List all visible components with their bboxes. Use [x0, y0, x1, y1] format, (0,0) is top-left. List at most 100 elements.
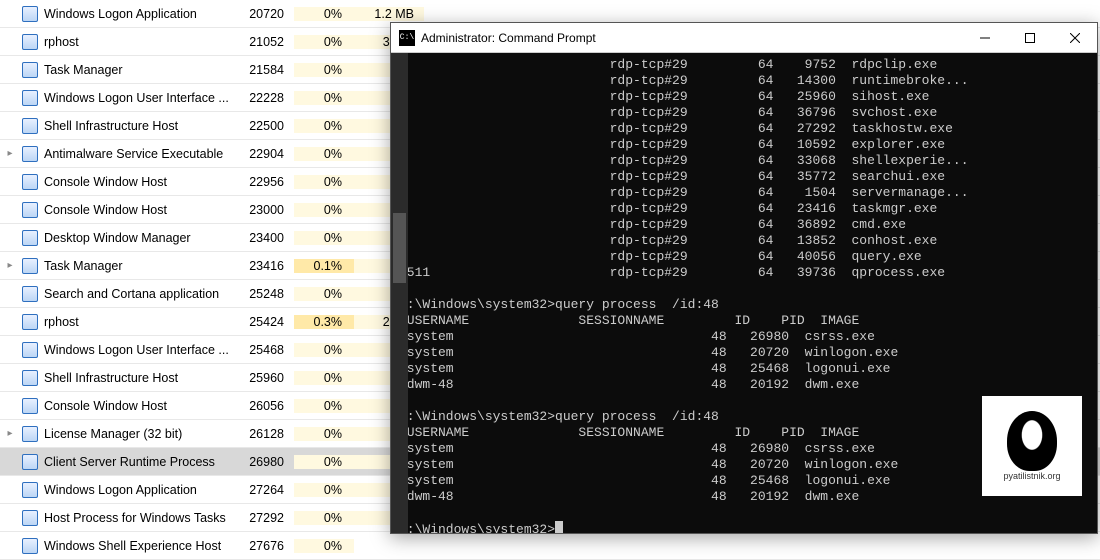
- pid-cell: 26128: [238, 427, 294, 441]
- watermark-text: pyatilistnik.org: [1003, 471, 1060, 481]
- table-row[interactable]: Windows Shell Experience Host276760%: [0, 532, 1100, 560]
- pid-cell: 23000: [238, 203, 294, 217]
- cpu-cell: 0%: [294, 483, 354, 497]
- process-name-cell: Antimalware Service Executable: [20, 146, 238, 162]
- app-icon: [22, 342, 38, 358]
- pid-cell: 22500: [238, 119, 294, 133]
- cpu-cell: 0%: [294, 7, 354, 21]
- cpu-cell: 0.3%: [294, 315, 354, 329]
- pid-cell: 25248: [238, 287, 294, 301]
- process-name-cell: Windows Logon User Interface ...: [20, 342, 238, 358]
- expand-chevron-icon[interactable]: ▸: [0, 260, 20, 271]
- cursor: [555, 521, 563, 533]
- expand-chevron-icon[interactable]: ▸: [0, 148, 20, 159]
- process-name-cell: Windows Logon Application: [20, 482, 238, 498]
- process-name-cell: Desktop Window Manager: [20, 230, 238, 246]
- pid-cell: 26980: [238, 455, 294, 469]
- minimize-button[interactable]: [962, 23, 1007, 53]
- cpu-cell: 0%: [294, 287, 354, 301]
- cpu-cell: 0%: [294, 371, 354, 385]
- process-name-cell: Windows Logon User Interface ...: [20, 90, 238, 106]
- cpu-cell: 0%: [294, 91, 354, 105]
- watermark: pyatilistnik.org: [982, 396, 1082, 496]
- process-name-cell: Windows Logon Application: [20, 6, 238, 22]
- app-icon: [22, 482, 38, 498]
- cpu-cell: 0%: [294, 119, 354, 133]
- pid-cell: 22904: [238, 147, 294, 161]
- pid-cell: 27676: [238, 539, 294, 553]
- app-icon: [22, 202, 38, 218]
- close-button[interactable]: [1052, 23, 1097, 53]
- pid-cell: 25960: [238, 371, 294, 385]
- pid-cell: 27292: [238, 511, 294, 525]
- pid-cell: 27264: [238, 483, 294, 497]
- titlebar[interactable]: C:\ Administrator: Command Prompt: [391, 23, 1097, 53]
- pid-cell: 25424: [238, 315, 294, 329]
- cpu-cell: 0%: [294, 455, 354, 469]
- pid-cell: 26056: [238, 399, 294, 413]
- app-icon: [22, 426, 38, 442]
- cpu-cell: 0.1%: [294, 259, 354, 273]
- pid-cell: 22228: [238, 91, 294, 105]
- cpu-cell: 0%: [294, 343, 354, 357]
- app-icon: [22, 90, 38, 106]
- app-icon: [22, 230, 38, 246]
- cpu-cell: 0%: [294, 511, 354, 525]
- process-name-cell: rphost: [20, 34, 238, 50]
- terminal-scrollbar[interactable]: [391, 53, 408, 533]
- pid-cell: 21052: [238, 35, 294, 49]
- minimize-icon: [980, 33, 990, 43]
- scrollbar-thumb[interactable]: [393, 213, 406, 283]
- cpu-cell: 0%: [294, 203, 354, 217]
- cpu-cell: 0%: [294, 539, 354, 553]
- app-icon: [22, 314, 38, 330]
- pid-cell: 25468: [238, 343, 294, 357]
- expand-chevron-icon[interactable]: ▸: [0, 428, 20, 439]
- app-icon: [22, 398, 38, 414]
- process-name-cell: Console Window Host: [20, 398, 238, 414]
- app-icon: [22, 34, 38, 50]
- process-name-cell: Task Manager: [20, 62, 238, 78]
- app-icon: [22, 146, 38, 162]
- app-icon: [22, 6, 38, 22]
- app-icon: [22, 370, 38, 386]
- app-icon: [22, 258, 38, 274]
- app-icon: [22, 62, 38, 78]
- process-name-cell: Windows Shell Experience Host: [20, 538, 238, 554]
- process-name-cell: Console Window Host: [20, 174, 238, 190]
- process-name-cell: rphost: [20, 314, 238, 330]
- window-title: Administrator: Command Prompt: [421, 31, 962, 45]
- app-icon: [22, 118, 38, 134]
- maximize-icon: [1025, 33, 1035, 43]
- app-icon: [22, 454, 38, 470]
- app-icon: [22, 174, 38, 190]
- cpu-cell: 0%: [294, 231, 354, 245]
- process-name-cell: Console Window Host: [20, 202, 238, 218]
- process-name-cell: Client Server Runtime Process: [20, 454, 238, 470]
- pid-cell: 22956: [238, 175, 294, 189]
- maximize-button[interactable]: [1007, 23, 1052, 53]
- process-name-cell: Shell Infrastructure Host: [20, 118, 238, 134]
- cpu-cell: 0%: [294, 175, 354, 189]
- cpu-cell: 0%: [294, 35, 354, 49]
- pid-cell: 21584: [238, 63, 294, 77]
- cpu-cell: 0%: [294, 63, 354, 77]
- process-name-cell: Shell Infrastructure Host: [20, 370, 238, 386]
- process-name-cell: Search and Cortana application: [20, 286, 238, 302]
- process-name-cell: License Manager (32 bit): [20, 426, 238, 442]
- process-name-cell: Task Manager: [20, 258, 238, 274]
- cpu-cell: 0%: [294, 147, 354, 161]
- penguin-icon: [1007, 411, 1057, 471]
- process-name-cell: Host Process for Windows Tasks: [20, 510, 238, 526]
- cpu-cell: 0%: [294, 427, 354, 441]
- pid-cell: 23416: [238, 259, 294, 273]
- cmd-icon: C:\: [399, 30, 415, 46]
- app-icon: [22, 286, 38, 302]
- pid-cell: 23400: [238, 231, 294, 245]
- close-icon: [1070, 33, 1080, 43]
- app-icon: [22, 538, 38, 554]
- memory-cell: 1.2 MB: [354, 7, 424, 21]
- cpu-cell: 0%: [294, 399, 354, 413]
- app-icon: [22, 510, 38, 526]
- pid-cell: 20720: [238, 7, 294, 21]
